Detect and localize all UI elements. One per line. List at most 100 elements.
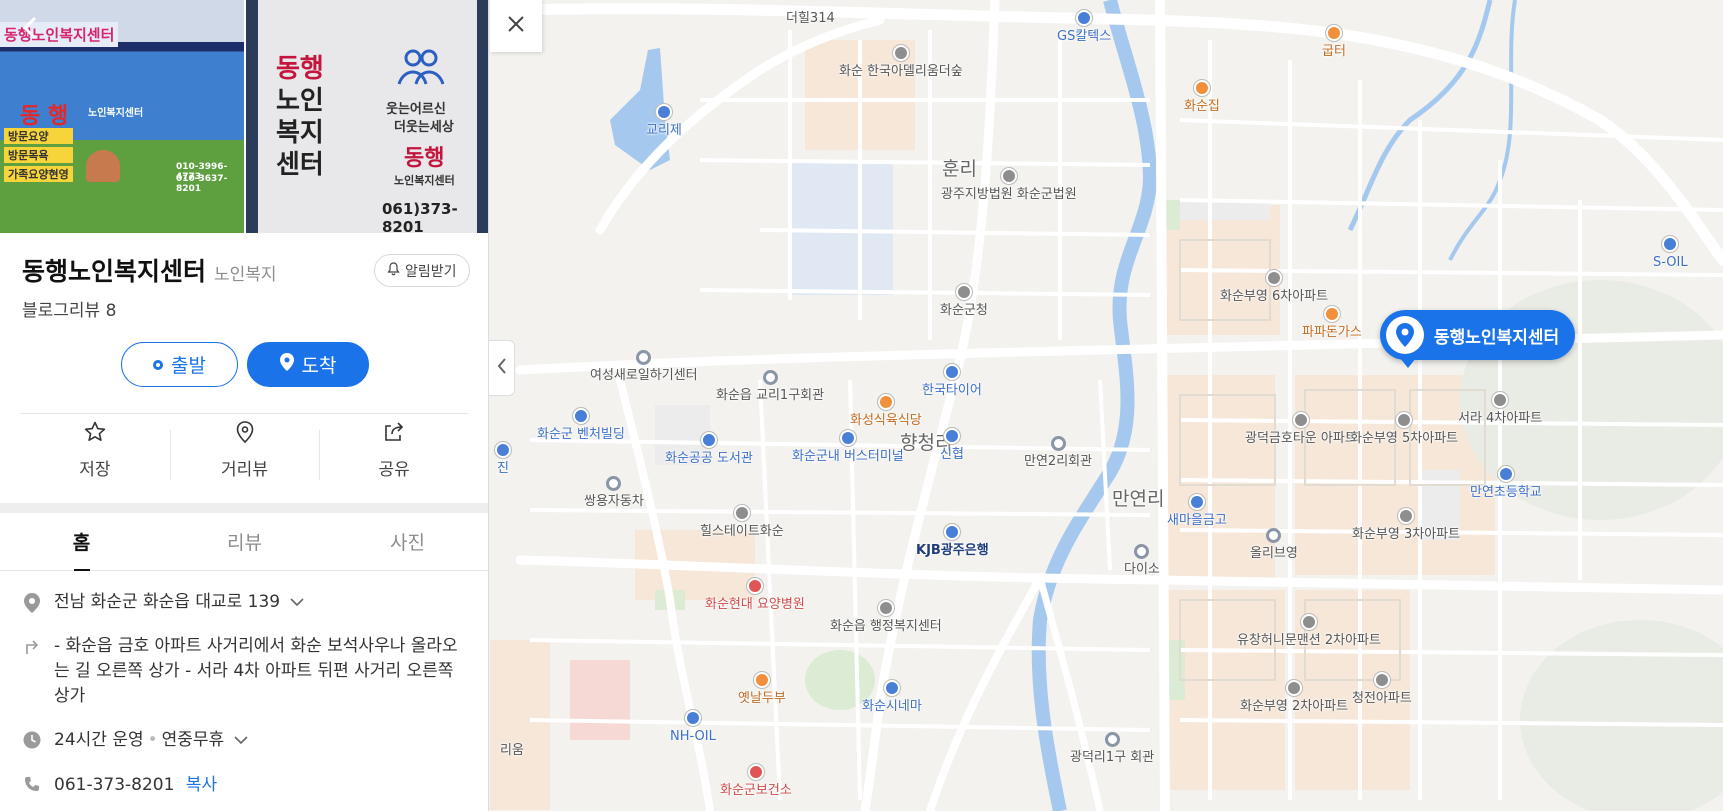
- street-view-button[interactable]: 거리뷰: [169, 420, 320, 492]
- chevron-down-icon[interactable]: [234, 728, 248, 753]
- map-label[interactable]: 화순부영 2차아파트: [1240, 680, 1348, 716]
- map-label[interactable]: 광덕리1구 회관: [1070, 732, 1154, 767]
- map-label[interactable]: NH-OIL: [670, 710, 716, 746]
- map-label[interactable]: 교리제: [646, 104, 682, 140]
- map-label-text: 화순시네마: [862, 699, 922, 714]
- chevron-down-icon[interactable]: [289, 590, 304, 615]
- route-end-label: 도착: [301, 355, 337, 377]
- photo-phone-2: 010-3637-8201: [176, 174, 228, 194]
- map-label[interactable]: 여성새로일하기센터: [590, 350, 698, 385]
- map-label[interactable]: 새마을금고: [1167, 494, 1227, 530]
- map-label[interactable]: 화순군내 버스터미널: [792, 430, 904, 466]
- map-label[interactable]: 다이소: [1124, 544, 1160, 579]
- map-label[interactable]: 화성식육식당: [850, 394, 922, 430]
- address-row[interactable]: 전남 화순군 화순읍 대교로 139: [22, 590, 304, 615]
- map-label[interactable]: 광덕금호타운 아파트: [1245, 412, 1357, 448]
- map-label[interactable]: 화순부영 5차아파트: [1350, 412, 1458, 448]
- map-label[interactable]: 화순읍 행정복지센터: [830, 600, 942, 636]
- clock-icon: [22, 728, 42, 753]
- star-icon: [83, 420, 107, 449]
- map-poi-icon: [943, 428, 960, 444]
- map-label[interactable]: 만연리: [1112, 490, 1164, 509]
- map-label[interactable]: 힐스테이트화순: [700, 505, 784, 541]
- map-poi-icon: [877, 394, 894, 410]
- map-label-text: 다이소: [1124, 562, 1160, 577]
- map-label[interactable]: 화순부영 6차아파트: [1220, 270, 1328, 306]
- map-label[interactable]: 유창허니문맨션 2차아파트: [1237, 614, 1381, 650]
- map-label[interactable]: 화순군보건소: [720, 764, 792, 800]
- route-start-label: 출발: [171, 355, 206, 377]
- map-label[interactable]: 화순군 벤처빌딩: [537, 408, 625, 444]
- map-label-text: 만연2리회관: [1024, 454, 1093, 469]
- map-label[interactable]: 파파돈가스: [1302, 306, 1362, 342]
- chevron-left-icon: [497, 357, 507, 379]
- map-label[interactable]: 올리브영: [1250, 528, 1298, 563]
- map-label[interactable]: 한국타이어: [922, 364, 982, 400]
- map-label[interactable]: 광주지방법원 화순군법원: [941, 168, 1077, 204]
- map-label[interactable]: 신협: [940, 428, 964, 464]
- map-label-text: 진: [497, 461, 509, 476]
- map-poi-icon: [1373, 672, 1390, 688]
- map-label[interactable]: 서라 4차아파트: [1458, 392, 1542, 428]
- close-button[interactable]: [490, 0, 542, 52]
- phone-row: 061-373-8201 복사: [22, 773, 217, 798]
- map-label[interactable]: 화순현대 요양병원: [705, 578, 805, 614]
- photo-service-1: 방문요양: [4, 128, 73, 144]
- save-button[interactable]: 저장: [20, 420, 170, 492]
- street-view-label: 거리뷰: [221, 460, 268, 480]
- location-pin-icon: [279, 353, 294, 376]
- map-label-text: GS칼텍스: [1057, 29, 1112, 44]
- map-label[interactable]: 만연2리회관: [1024, 436, 1092, 471]
- route-start-button[interactable]: 출발: [121, 342, 238, 387]
- back-button[interactable]: [14, 14, 46, 46]
- map-label[interactable]: 화순부영 3차아파트: [1352, 508, 1460, 544]
- tab-home[interactable]: 홈: [0, 513, 163, 571]
- map-label[interactable]: 화순시네마: [862, 680, 922, 716]
- map-label[interactable]: 청전아파트: [1352, 672, 1412, 708]
- map-label[interactable]: 화순군청: [940, 284, 988, 320]
- map-label[interactable]: S-OIL: [1653, 236, 1688, 272]
- map-label[interactable]: 리움: [500, 742, 524, 760]
- map-label[interactable]: 화순읍 교리1구회관: [716, 370, 824, 405]
- map-label[interactable]: 화순 한국아델리움더숲: [839, 45, 963, 81]
- map-label[interactable]: 옛날두부: [738, 672, 786, 708]
- route-end-button[interactable]: 도착: [247, 342, 369, 387]
- map-label-text: 화순공공 도서관: [665, 451, 753, 466]
- map-poi-icon: [1104, 732, 1120, 747]
- map-label[interactable]: KJB광주은행: [916, 524, 989, 560]
- photo-strip[interactable]: 동행노인복지센터 동 행 노인복지센터 방문요양 방문목욕 가족요양현영 010…: [0, 0, 488, 233]
- collapse-panel-button[interactable]: [489, 340, 515, 396]
- photo-slogan-2: 더웃는세상: [394, 120, 454, 135]
- share-label: 공유: [378, 460, 410, 480]
- map-label[interactable]: 화순집: [1184, 80, 1220, 116]
- map-label[interactable]: 만연초등학교: [1470, 466, 1542, 502]
- blog-review-count[interactable]: 블로그리뷰 8: [22, 296, 116, 321]
- map-label-text: KJB광주은행: [916, 543, 989, 558]
- map-label-text: 청전아파트: [1352, 691, 1412, 706]
- map-label[interactable]: 더힐314: [786, 10, 835, 28]
- map-label[interactable]: 쌍용자동차: [584, 476, 644, 511]
- alarm-button[interactable]: 알림받기: [374, 254, 470, 287]
- section-gap: [0, 503, 488, 513]
- map-label[interactable]: 화순공공 도서관: [665, 432, 753, 468]
- hours-row[interactable]: 24시간 운영 • 연중무휴: [22, 728, 248, 753]
- photo-storefront-right[interactable]: 동행 노인 복지 센터 웃는어르신 더웃는세상 동행 노인복지센터 061)37…: [244, 0, 488, 233]
- map-label-text: 리움: [500, 743, 524, 758]
- map-label[interactable]: 진: [495, 442, 511, 478]
- map-poi-icon: [1396, 412, 1413, 428]
- place-marker[interactable]: 동행노인복지센터: [1380, 310, 1576, 368]
- location-pin-icon: [22, 590, 42, 615]
- tab-review[interactable]: 리뷰: [163, 513, 326, 570]
- save-label: 저장: [79, 460, 111, 480]
- copy-phone-button[interactable]: 복사: [186, 775, 217, 795]
- tab-photo[interactable]: 사진: [326, 513, 488, 570]
- share-button[interactable]: 공유: [319, 420, 469, 492]
- map-label-text: 파파돈가스: [1302, 325, 1362, 340]
- map-label[interactable]: GS칼텍스: [1057, 10, 1111, 46]
- photo-logo-people-icon: [396, 48, 446, 88]
- map-poi-icon: [1188, 494, 1205, 510]
- map-label-text: 광덕금호타운 아파트: [1245, 431, 1357, 446]
- map-label[interactable]: 굽터: [1322, 25, 1346, 61]
- map-label-text: 화순 한국아델리움더숲: [839, 64, 963, 79]
- map-label-text: 힐스테이트화순: [700, 524, 784, 539]
